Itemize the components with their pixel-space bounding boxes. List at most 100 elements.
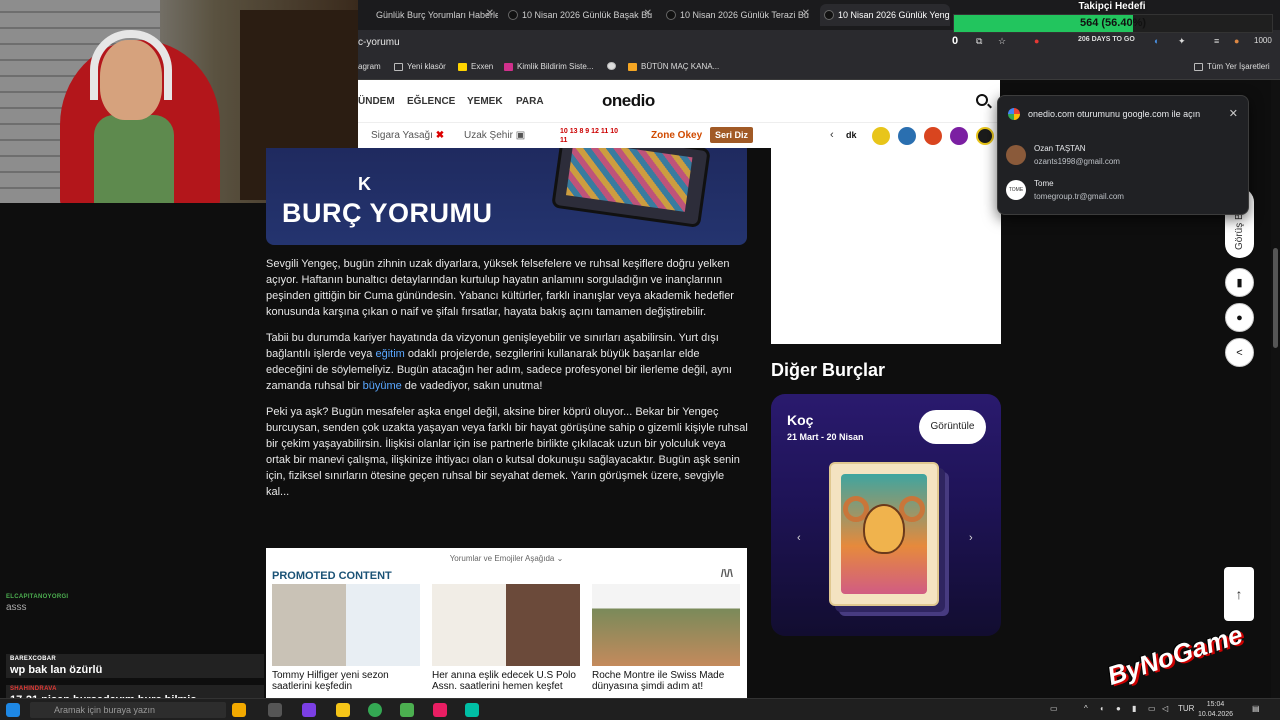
game-icon[interactable] — [924, 127, 942, 145]
account-name: Ozan TAŞTAN — [1034, 144, 1086, 153]
tab-title: 10 Nisan 2026 Günlük Başak Bu — [522, 10, 653, 20]
account-row[interactable]: Ozan TAŞTAN ozants1998@gmail.com — [1006, 141, 1242, 171]
puzzle-icon[interactable]: ✦ — [1178, 36, 1186, 47]
chevron-right-icon[interactable]: › — [969, 532, 973, 544]
close-icon[interactable]: ✕ — [1229, 107, 1238, 120]
text-span: de vadediyor, sakın unutma! — [401, 380, 543, 392]
app-icon[interactable] — [433, 703, 447, 717]
okey-numbers-top: 10 13 8 9 12 11 10 — [560, 128, 618, 135]
game-icon[interactable] — [872, 127, 890, 145]
url-text[interactable]: c-yorumu — [358, 37, 400, 48]
okey-numbers-bottom: 11 — [560, 137, 568, 144]
link-egitim[interactable]: eğitim — [375, 348, 404, 360]
nav-link[interactable]: PARA — [516, 96, 544, 107]
volume-icon[interactable]: ◁ — [1162, 704, 1168, 713]
view-button[interactable]: Görüntüle — [919, 410, 986, 444]
promo-item[interactable]: Her anına eşlik edecek U.S Polo Assn. sa… — [432, 584, 580, 692]
bookmark-label: Yeni klasör — [407, 62, 446, 71]
site-nav: ÜNDEM EĞLENCE YEMEK PARA onedio — [358, 80, 1000, 122]
promo-caption[interactable]: Her anına eşlik edecek U.S Polo Assn. sa… — [432, 670, 580, 692]
game-icon[interactable] — [976, 127, 994, 145]
kimlik-icon — [504, 62, 513, 71]
promo-item[interactable]: Tommy Hilfiger yeni sezon saatlerini keş… — [272, 584, 420, 692]
game-icon[interactable] — [950, 127, 968, 145]
chat-text: wp bak lan özürlü — [10, 664, 103, 676]
app-icon[interactable] — [400, 703, 414, 717]
folder-icon[interactable] — [336, 703, 350, 717]
windows-start-icon[interactable] — [6, 703, 20, 717]
extension-icon[interactable]: ◐ — [1154, 36, 1159, 46]
okey-numbers[interactable]: 10 13 8 9 12 11 10 11 — [560, 127, 618, 145]
all-bookmarks[interactable]: Tüm Yer İşaretleri — [1194, 62, 1270, 71]
bookmark-item[interactable]: agram — [358, 62, 381, 71]
browser-tab[interactable]: 10 Nisan 2026 Günlük Terazi Bu ✕ — [662, 4, 814, 26]
comment-icon[interactable]: ● — [1225, 303, 1254, 332]
promo-caption[interactable]: Roche Montre ile Swiss Made dünyasına şi… — [592, 670, 740, 692]
zone-okey-link[interactable]: Zone Okey — [651, 130, 702, 141]
bookmark-item[interactable] — [607, 62, 616, 70]
bookmark-item[interactable]: Yeni klasör — [394, 62, 446, 71]
app-icon[interactable] — [302, 703, 316, 717]
tray-icon[interactable]: ● — [1116, 704, 1121, 713]
browser-tab[interactable]: 10 Nisan 2026 Günlük Başak Bu ✕ — [504, 4, 656, 26]
playlist-icon[interactable]: ≡ — [1214, 36, 1219, 46]
seri-diz-button[interactable]: Seri Diz — [710, 127, 754, 143]
chevron-left-icon[interactable]: ‹ — [830, 129, 834, 141]
bookmark-icon[interactable]: ▮ — [1225, 268, 1254, 297]
hero-title: BURÇ YORUMU — [282, 198, 493, 228]
close-icon[interactable]: ✕ — [802, 8, 810, 19]
dk-logo[interactable]: dk — [846, 130, 857, 140]
avatar: TOME — [1006, 180, 1026, 200]
browser-tab-active[interactable]: 10 Nisan 2026 Günlük Yengeç — [820, 4, 950, 26]
taskbar-search[interactable]: Aramak için buraya yazın — [30, 702, 226, 718]
tray-icon[interactable]: ▭ — [1050, 704, 1058, 713]
tag-item[interactable]: Uzak Şehir ▣ — [464, 130, 525, 141]
chrome-icon[interactable] — [368, 703, 382, 717]
site-logo[interactable]: onedio — [602, 91, 655, 111]
promo-caption[interactable]: Tommy Hilfiger yeni sezon saatlerini keş… — [272, 670, 420, 692]
tray-icon[interactable]: ▮ — [1132, 704, 1136, 713]
browser-tab[interactable]: Günlük Burç Yorumları Haberleri ✕ — [358, 4, 498, 26]
account-email: tomegroup.tr@gmail.com — [1034, 192, 1124, 201]
bookmark-item[interactable]: Exxen — [458, 62, 493, 71]
promo-item[interactable]: Roche Montre ile Swiss Made dünyasına şi… — [592, 584, 740, 692]
nav-link[interactable]: YEMEK — [467, 96, 503, 107]
scroll-thumb[interactable] — [1273, 248, 1278, 348]
network-icon[interactable]: ▭ — [1148, 704, 1156, 713]
close-icon[interactable]: ✕ — [486, 8, 494, 19]
extension-icon[interactable]: ● — [1034, 36, 1039, 46]
ad-slot — [771, 148, 1001, 344]
streamer-shirt — [94, 115, 174, 203]
cross-icon: ✖ — [435, 130, 445, 141]
search-icon[interactable] — [976, 94, 988, 106]
tray-icon[interactable]: ◐ — [1100, 704, 1105, 713]
chevron-up-icon[interactable]: ^ — [1084, 704, 1088, 713]
close-icon[interactable]: ✕ — [644, 8, 652, 19]
cat-icon[interactable] — [232, 703, 246, 717]
chat-username: ELCAPITANOYORGI — [6, 594, 69, 600]
chevron-left-icon[interactable]: ‹ — [797, 532, 801, 544]
share-icon[interactable]: ⧉ — [976, 36, 982, 47]
avatar[interactable]: ● — [1234, 36, 1239, 46]
scroll-top-button[interactable]: ↑ — [1224, 567, 1254, 621]
link-buyume[interactable]: büyüme — [363, 380, 402, 392]
account-row[interactable]: TOME Tome tomegroup.tr@gmail.com — [1006, 176, 1242, 206]
bookmark-item[interactable]: Kimlik Bildirim Siste... — [504, 62, 593, 71]
comments-hint[interactable]: Yorumlar ve Emojiler Aşağıda ⌄ — [266, 554, 747, 563]
app-icon[interactable] — [465, 703, 479, 717]
nav-link[interactable]: ÜNDEM — [358, 96, 395, 107]
days-badge[interactable]: 206 DAYS TO GO — [1078, 36, 1135, 43]
game-icon[interactable] — [898, 127, 916, 145]
address-bar[interactable]: c-yorumu 0 ⧉ ☆ ● 206 DAYS TO GO ◐ ✦ ≡ ● … — [358, 30, 1280, 56]
task-view-icon[interactable] — [268, 703, 282, 717]
clock[interactable]: 15:04 10.04.2026 — [1198, 700, 1233, 720]
ram-illustration — [841, 474, 927, 594]
notification-icon[interactable]: ▤ — [1252, 704, 1260, 713]
tag-item[interactable]: Sigara Yasağı ✖ — [371, 130, 444, 141]
bookmark-item[interactable]: BÜTÜN MAÇ KANA... — [628, 62, 719, 71]
nav-link[interactable]: EĞLENCE — [407, 96, 455, 107]
scrollbar[interactable] — [1271, 80, 1280, 698]
share-icon[interactable]: < — [1225, 338, 1254, 367]
language-indicator[interactable]: TUR — [1178, 704, 1194, 713]
star-icon[interactable]: ☆ — [998, 36, 1006, 47]
